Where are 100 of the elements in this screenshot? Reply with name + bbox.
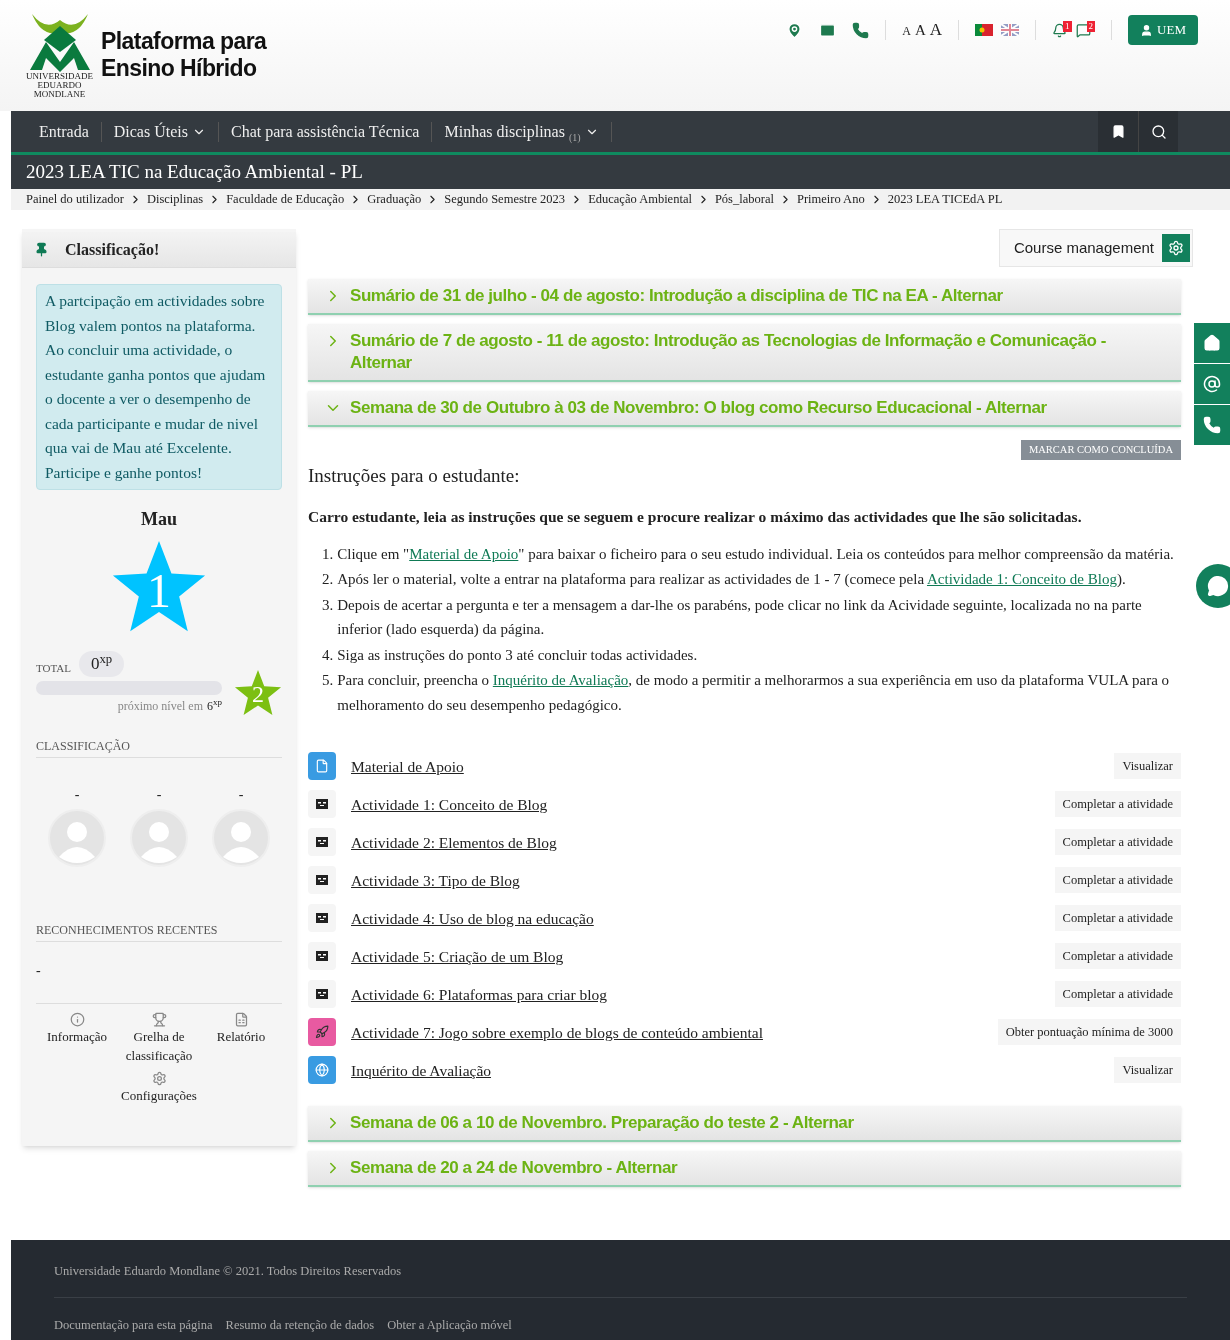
logo-caption: MONDLANE xyxy=(33,89,86,99)
step-number: 5. xyxy=(322,671,334,691)
inline-link[interactable]: Material de Apoio xyxy=(409,545,519,562)
h5p-icon xyxy=(316,875,328,886)
nav-item[interactable]: Chat para assistência Técnica xyxy=(218,119,432,144)
breadcrumb-link[interactable]: Faculdade de Educação xyxy=(226,190,345,209)
step-number: 2. xyxy=(322,570,334,590)
globe-icon xyxy=(315,1063,329,1078)
search-button[interactable] xyxy=(1138,111,1178,152)
email-button[interactable] xyxy=(1194,364,1230,404)
activity-link[interactable]: Actividade 1: Conceito de Blog xyxy=(351,792,1055,816)
settings-icon xyxy=(151,1070,167,1086)
footer-link[interactable]: Resumo da retenção de dados xyxy=(225,1315,375,1335)
step-text: Para concluir, preencha o Inquérito de Avaliação, de modo a permitir a melhorarmos a sua experiência em uso da plataforma VULA para o melhoramento do seu desempenho pedagógico. xyxy=(337,671,1171,715)
section-title: Semana de 30 de Outubro à 03 de Novembro: O blog como Recurso Educacional - Alternar xyxy=(350,397,1047,419)
activity-status: Completar a atividade xyxy=(1054,981,1181,1008)
nav-count: (1) xyxy=(568,131,581,144)
next-level-number: 2 xyxy=(252,682,264,707)
recent-text: - xyxy=(36,961,42,980)
star-icon xyxy=(234,668,282,717)
breadcrumb-link[interactable]: 2023 LEA TICEdA PL xyxy=(887,190,1003,209)
step-text: Siga as instruções do ponto 3 até concluir todas actividades. xyxy=(337,645,698,665)
course-management-button[interactable]: Course management xyxy=(998,229,1193,267)
inline-link[interactable]: Actividade 1: Conceito de Blog xyxy=(926,571,1117,588)
activity-link[interactable]: Actividade 3: Tipo de Blog xyxy=(351,868,1055,892)
breadcrumb-link[interactable]: Disciplinas xyxy=(146,190,204,209)
bookmark-button[interactable] xyxy=(1098,111,1138,152)
bookmark-icon xyxy=(1110,124,1126,139)
breadcrumb-link[interactable]: Pós_laboral xyxy=(714,190,774,209)
logo-caption: EDUARDO xyxy=(37,80,82,90)
home-button[interactable] xyxy=(1194,323,1230,363)
phone-button[interactable] xyxy=(1194,405,1230,445)
h5p-icon xyxy=(316,989,328,1000)
section-heading: RECONHECIMENTOS RECENTES xyxy=(36,920,282,942)
breadcrumb-link[interactable]: Painel do utilizador xyxy=(26,190,124,209)
block-link[interactable]: Grelha de classificação xyxy=(119,1011,199,1065)
site-title: Plataforma para xyxy=(101,28,267,55)
flag-icon[interactable] xyxy=(1001,24,1020,36)
h5p-icon xyxy=(316,913,328,924)
bell-icon[interactable] xyxy=(1052,22,1068,38)
document-icon xyxy=(315,759,329,774)
breadcrumb-link[interactable]: Primeiro Ano xyxy=(796,190,865,209)
h5p-icon xyxy=(316,837,328,848)
course-title: 2023 LEA TIC na Educação Ambiental - PL xyxy=(26,159,363,184)
font-size-option[interactable]: A xyxy=(902,22,911,41)
user-button[interactable]: UEM xyxy=(1128,15,1198,45)
breadcrumb-link[interactable]: Educação Ambiental xyxy=(588,190,692,209)
chat-icon xyxy=(1207,575,1229,597)
phone-icon[interactable] xyxy=(852,21,870,39)
ranking-name: - xyxy=(74,785,80,804)
section-title: Semana de 06 a 10 de Novembro. Preparação do teste 2 - Alternar xyxy=(350,1112,854,1135)
nav-item[interactable]: Dicas Úteis xyxy=(101,119,218,144)
block-link[interactable]: Configurações xyxy=(119,1070,199,1105)
nav-item[interactable]: Minhas disciplinas (1) xyxy=(432,119,611,144)
trophy-icon xyxy=(151,1011,167,1027)
flag-icon[interactable] xyxy=(975,24,994,36)
activity-link[interactable]: Inquérito de Avaliação xyxy=(351,1058,1115,1082)
activity-status: Completar a atividade xyxy=(1054,943,1181,970)
footer-link[interactable]: Documentação para esta página xyxy=(54,1315,213,1335)
instructions-heading: Instruções para o estudante: xyxy=(308,464,521,488)
step-number: 1. xyxy=(322,544,334,564)
copyright-text: Universidade Eduardo Mondlane © 2021. Todos Direitos Reservados xyxy=(54,1263,403,1280)
font-size-option[interactable]: A xyxy=(929,17,943,43)
activity-link[interactable]: Actividade 4: Uso de blog na educação xyxy=(351,906,1055,930)
card-title: Classificação! xyxy=(65,239,160,261)
activity-link[interactable]: Actividade 5: Criação de um Blog xyxy=(351,944,1055,968)
next-level-text: próximo nível em xyxy=(117,697,203,715)
phone-icon xyxy=(1203,416,1221,434)
settings-icon xyxy=(1168,240,1184,256)
block-link[interactable]: Relatório xyxy=(201,1011,281,1065)
activity-link[interactable]: Actividade 2: Elementos de Blog xyxy=(351,830,1055,854)
level-name: Mau xyxy=(141,508,177,531)
activity-link[interactable]: Actividade 7: Jogo sobre exemplo de blogs de conteúdo ambiental xyxy=(351,1020,998,1044)
breadcrumb-link[interactable]: Graduação xyxy=(367,190,422,209)
nav-item[interactable]: Entrada xyxy=(27,119,101,144)
pin-icon xyxy=(34,242,49,257)
step-text: Depois de acertar a pergunta e ter a mensagem a dar-lhe os parabéns, pode clicar no link da Acividade seguinte, localizada no na parte inferior (lado esquerda) da página. xyxy=(337,595,1143,640)
font-size-option[interactable]: A xyxy=(915,19,926,42)
step-text: Clique em "Material de Apoio" para baixar o ficheiro para o seu estudo individual. Leia os conteúdos para melhor compreensão da matéria. xyxy=(337,544,1174,564)
activity-status: Completar a atividade xyxy=(1054,905,1181,932)
site-title: Ensino Híbrido xyxy=(101,55,258,82)
info-text: A partcipação em actividades sobre Blog valem pontos na plataforma. Ao concluir uma actividade, o estudante ganha pontos que ajudam o docente a ver o desempenho de cada participante e mudar de nivel qua vai de Mau até Excelente. Participe e ganhe pontos! xyxy=(36,284,282,490)
home-icon xyxy=(1203,334,1221,352)
section-heading: CLASSIFICAÇÃO xyxy=(36,736,282,758)
block-link[interactable]: Informação xyxy=(37,1011,117,1065)
activity-status: Visualizar xyxy=(1114,753,1181,780)
step-number: 3. xyxy=(322,595,334,615)
activity-status: Visualizar xyxy=(1114,1057,1181,1084)
activity-status: Obter pontuação mínima de 3000 xyxy=(997,1019,1181,1046)
activity-status: Completar a atividade xyxy=(1054,829,1181,856)
breadcrumb-link[interactable]: Segundo Semestre 2023 xyxy=(444,190,566,209)
activity-link[interactable]: Actividade 6: Plataformas para criar blog xyxy=(351,982,1055,1006)
chat-icon[interactable] xyxy=(1075,22,1091,38)
ranking-name: - xyxy=(156,785,162,804)
notification-count: 1 xyxy=(1063,20,1072,32)
footer-link[interactable]: Obter a Aplicação móvel xyxy=(387,1315,512,1335)
activity-link[interactable]: Material de Apoio xyxy=(351,754,1115,778)
chat-button[interactable] xyxy=(1196,564,1230,608)
step-text: Após ler o material, volte a entrar na plataforma para realizar as actividades de 1 - 7 (comece pela Actividade 1: Conceito de Blog). xyxy=(337,570,1126,590)
h5p-icon xyxy=(316,799,328,810)
